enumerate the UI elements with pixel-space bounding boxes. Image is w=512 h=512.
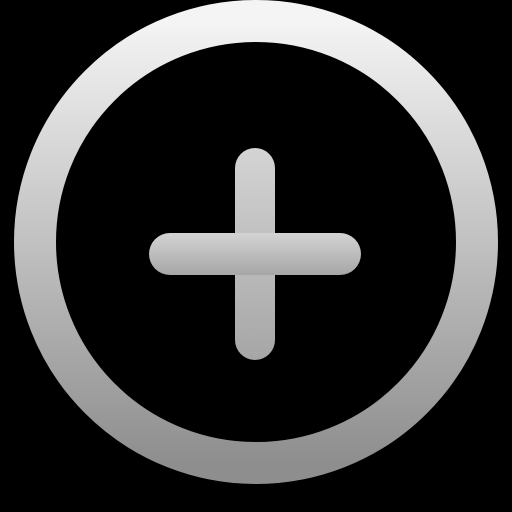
icon-canvas <box>0 0 512 512</box>
plus-horizontal-bar <box>149 233 361 275</box>
add-circle-icon[interactable] <box>0 0 512 512</box>
